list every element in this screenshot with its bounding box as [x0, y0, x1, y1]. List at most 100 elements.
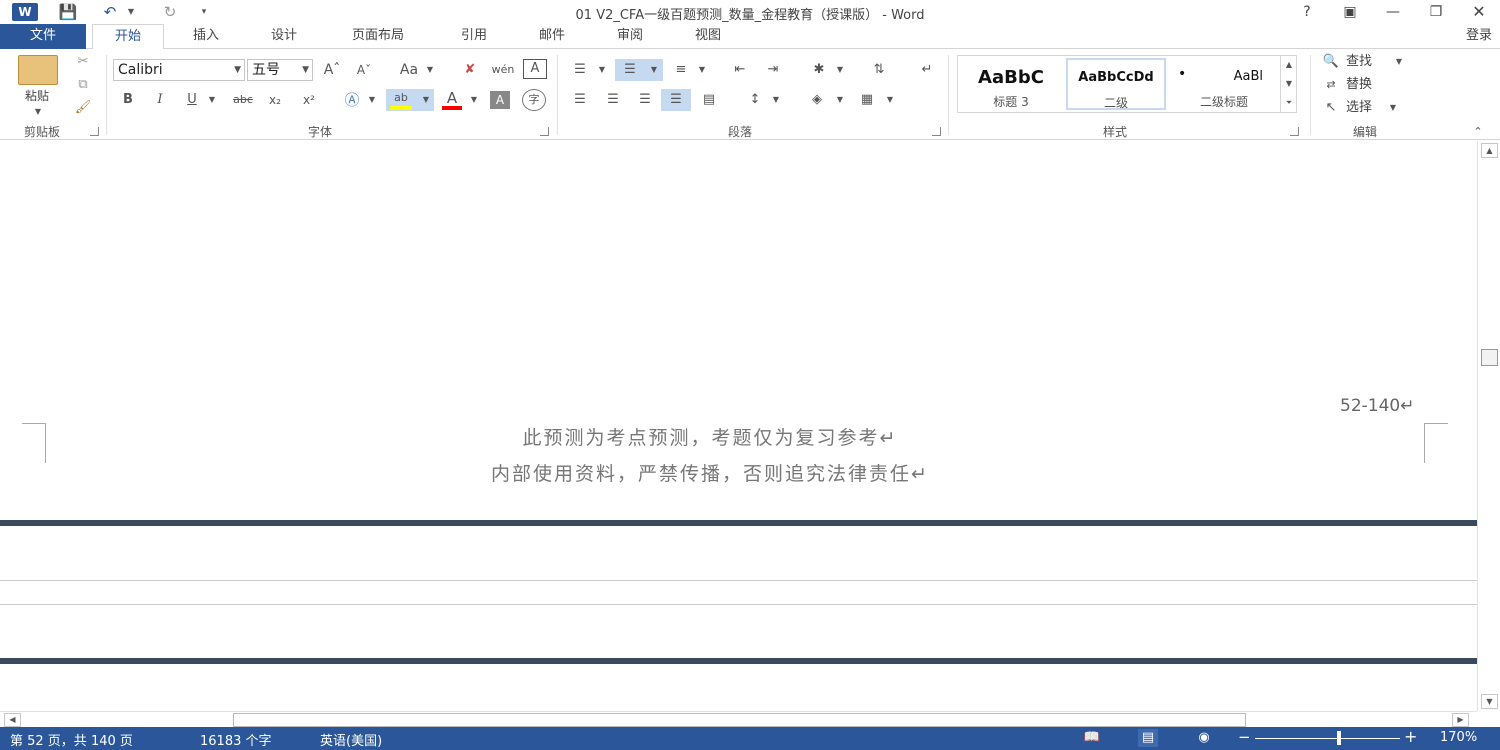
document-area[interactable]: 52-140↵ 此预测为考点预测，考题仅为复习参考↵ 内部使用资料，严禁传播，否… — [0, 141, 1477, 711]
phonetic-guide-button[interactable]: wén — [490, 59, 516, 81]
tab-insert[interactable]: 插入 — [170, 24, 242, 49]
italic-button[interactable]: I — [150, 89, 170, 111]
character-border-icon[interactable]: A — [523, 59, 547, 79]
select-dropdown-icon[interactable]: ▼ — [1386, 97, 1400, 119]
style-heading3[interactable]: AaBbC 标题 3 — [960, 58, 1062, 110]
bullets-icon[interactable]: ☰ — [567, 59, 593, 81]
read-mode-icon[interactable]: 📖 — [1082, 729, 1102, 747]
replace-button[interactable]: 替换 — [1346, 74, 1386, 96]
change-case-button[interactable]: Aa — [392, 59, 426, 81]
vertical-scrollbar[interactable]: ▲ ▼ — [1477, 141, 1500, 711]
font-dialog-launcher-icon[interactable] — [540, 127, 549, 136]
paste-icon[interactable] — [18, 55, 58, 85]
select-button[interactable]: 选择 — [1346, 97, 1386, 119]
align-left-icon[interactable]: ☰ — [567, 89, 593, 111]
vertical-scroll-thumb[interactable] — [1481, 349, 1498, 366]
select-icon[interactable]: ↖ — [1320, 97, 1342, 119]
copy-icon[interactable]: ⧉ — [72, 74, 94, 96]
web-layout-icon[interactable]: ◉ — [1194, 729, 1214, 747]
multilevel-list-dropdown-icon[interactable]: ▼ — [696, 59, 708, 81]
decrease-indent-icon[interactable]: ⇤ — [727, 59, 753, 81]
tab-references[interactable]: 引用 — [438, 24, 510, 49]
subscript-button[interactable]: x₂ — [262, 89, 288, 111]
styles-dialog-launcher-icon[interactable] — [1290, 127, 1299, 136]
close-button[interactable]: ✕ — [1464, 2, 1494, 22]
borders-dropdown-icon[interactable]: ▼ — [884, 89, 896, 111]
scroll-right-icon[interactable]: ▶ — [1452, 713, 1469, 727]
horizontal-scrollbar[interactable]: ◀ ▶ — [0, 711, 1477, 727]
line-spacing-icon[interactable]: ↕ — [742, 89, 768, 111]
scroll-down-icon[interactable]: ▼ — [1481, 694, 1498, 709]
strikethrough-button[interactable]: abc — [228, 89, 258, 111]
underline-button[interactable]: U — [182, 89, 202, 111]
bullets-dropdown-icon[interactable]: ▼ — [596, 59, 608, 81]
redo-icon[interactable]: ↻ — [158, 2, 182, 22]
chinese-layout-icon[interactable]: ✱ — [806, 59, 832, 81]
restore-button[interactable]: ❐ — [1421, 2, 1451, 22]
numbering-dropdown-icon[interactable]: ▼ — [648, 59, 660, 81]
find-icon[interactable]: 🔍 — [1320, 51, 1342, 73]
paragraph-dialog-launcher-icon[interactable] — [932, 127, 941, 136]
save-icon[interactable]: 💾 — [56, 2, 80, 22]
numbering-icon[interactable]: ☰ — [617, 59, 643, 81]
tab-review[interactable]: 审阅 — [594, 24, 666, 49]
zoom-slider-thumb[interactable] — [1337, 731, 1341, 745]
find-button[interactable]: 查找 — [1346, 51, 1386, 73]
enclose-characters-button[interactable]: 字 — [522, 89, 546, 111]
multilevel-list-icon[interactable]: ≡ — [668, 59, 694, 81]
word-app-icon[interactable]: W — [12, 3, 38, 21]
undo-icon[interactable]: ↶ — [98, 2, 122, 22]
format-painter-icon[interactable]: 🖌 — [72, 97, 94, 119]
grow-font-icon[interactable]: Aˆ — [320, 59, 344, 81]
horizontal-scroll-thumb[interactable] — [233, 713, 1246, 727]
replace-icon[interactable]: ⇄ — [1320, 74, 1342, 96]
tab-file[interactable]: 文件 — [0, 24, 86, 49]
text-effects-icon[interactable]: Ⓐ — [340, 89, 364, 111]
font-name-dropdown-icon[interactable]: ▼ — [234, 60, 241, 80]
tab-view[interactable]: 视图 — [672, 24, 744, 49]
styles-more-icon[interactable]: ⏷ — [1280, 93, 1297, 112]
font-size-combo[interactable]: 五号 ▼ — [247, 59, 313, 81]
shrink-font-icon[interactable]: Aˇ — [352, 59, 376, 81]
line-spacing-dropdown-icon[interactable]: ▼ — [770, 89, 782, 111]
align-center-icon[interactable]: ☰ — [600, 89, 626, 111]
zoom-level[interactable]: 170% — [1440, 730, 1477, 745]
font-color-dropdown-icon[interactable]: ▼ — [468, 89, 480, 111]
character-shading-icon[interactable]: A — [490, 91, 510, 109]
clipboard-dialog-launcher-icon[interactable] — [90, 127, 99, 136]
help-button[interactable]: ? — [1292, 2, 1322, 22]
tab-home[interactable]: 开始 — [92, 24, 164, 50]
language-status[interactable]: 英语(美国) — [320, 730, 382, 749]
minimize-button[interactable]: — — [1378, 2, 1408, 22]
customize-quick-access-icon[interactable]: ▾ — [196, 2, 212, 22]
paste-dropdown-icon[interactable]: ▼ — [28, 101, 48, 123]
align-right-icon[interactable]: ☰ — [632, 89, 658, 111]
show-formatting-marks-icon[interactable]: ↵ — [914, 59, 940, 81]
scroll-left-icon[interactable]: ◀ — [4, 713, 21, 727]
sort-icon[interactable]: ⇅ — [866, 59, 892, 81]
chinese-layout-dropdown-icon[interactable]: ▼ — [834, 59, 846, 81]
clear-formatting-icon[interactable]: ✘ — [458, 59, 482, 81]
cut-icon[interactable]: ✂ — [72, 51, 94, 73]
change-case-dropdown-icon[interactable]: ▼ — [424, 59, 436, 81]
borders-icon[interactable]: ▦ — [854, 89, 880, 111]
distributed-icon[interactable]: ▤ — [696, 89, 722, 111]
text-effects-dropdown-icon[interactable]: ▼ — [366, 89, 378, 111]
word-count-status[interactable]: 16183 个字 — [200, 730, 272, 749]
zoom-out-button[interactable]: − — [1238, 728, 1251, 746]
style-level2-heading[interactable]: AaBl 二级标题 — [1170, 58, 1278, 110]
shading-dropdown-icon[interactable]: ▼ — [834, 89, 846, 111]
styles-scroll-down-icon[interactable]: ▼ — [1280, 74, 1297, 93]
page-count-status[interactable]: 第 52 页，共 140 页 — [10, 730, 133, 749]
bold-button[interactable]: B — [118, 89, 138, 111]
scroll-up-icon[interactable]: ▲ — [1481, 143, 1498, 158]
zoom-in-button[interactable]: + — [1404, 727, 1417, 746]
underline-dropdown-icon[interactable]: ▼ — [205, 89, 219, 111]
signin-link[interactable]: 登录 — [1458, 24, 1500, 49]
tab-mailings[interactable]: 邮件 — [516, 24, 588, 49]
collapse-ribbon-icon[interactable]: ⌃ — [1468, 121, 1488, 143]
zoom-slider-track[interactable] — [1255, 738, 1400, 739]
print-layout-icon[interactable]: ▤ — [1138, 729, 1158, 747]
find-dropdown-icon[interactable]: ▼ — [1392, 51, 1406, 73]
styles-scroll-up-icon[interactable]: ▲ — [1280, 55, 1297, 74]
